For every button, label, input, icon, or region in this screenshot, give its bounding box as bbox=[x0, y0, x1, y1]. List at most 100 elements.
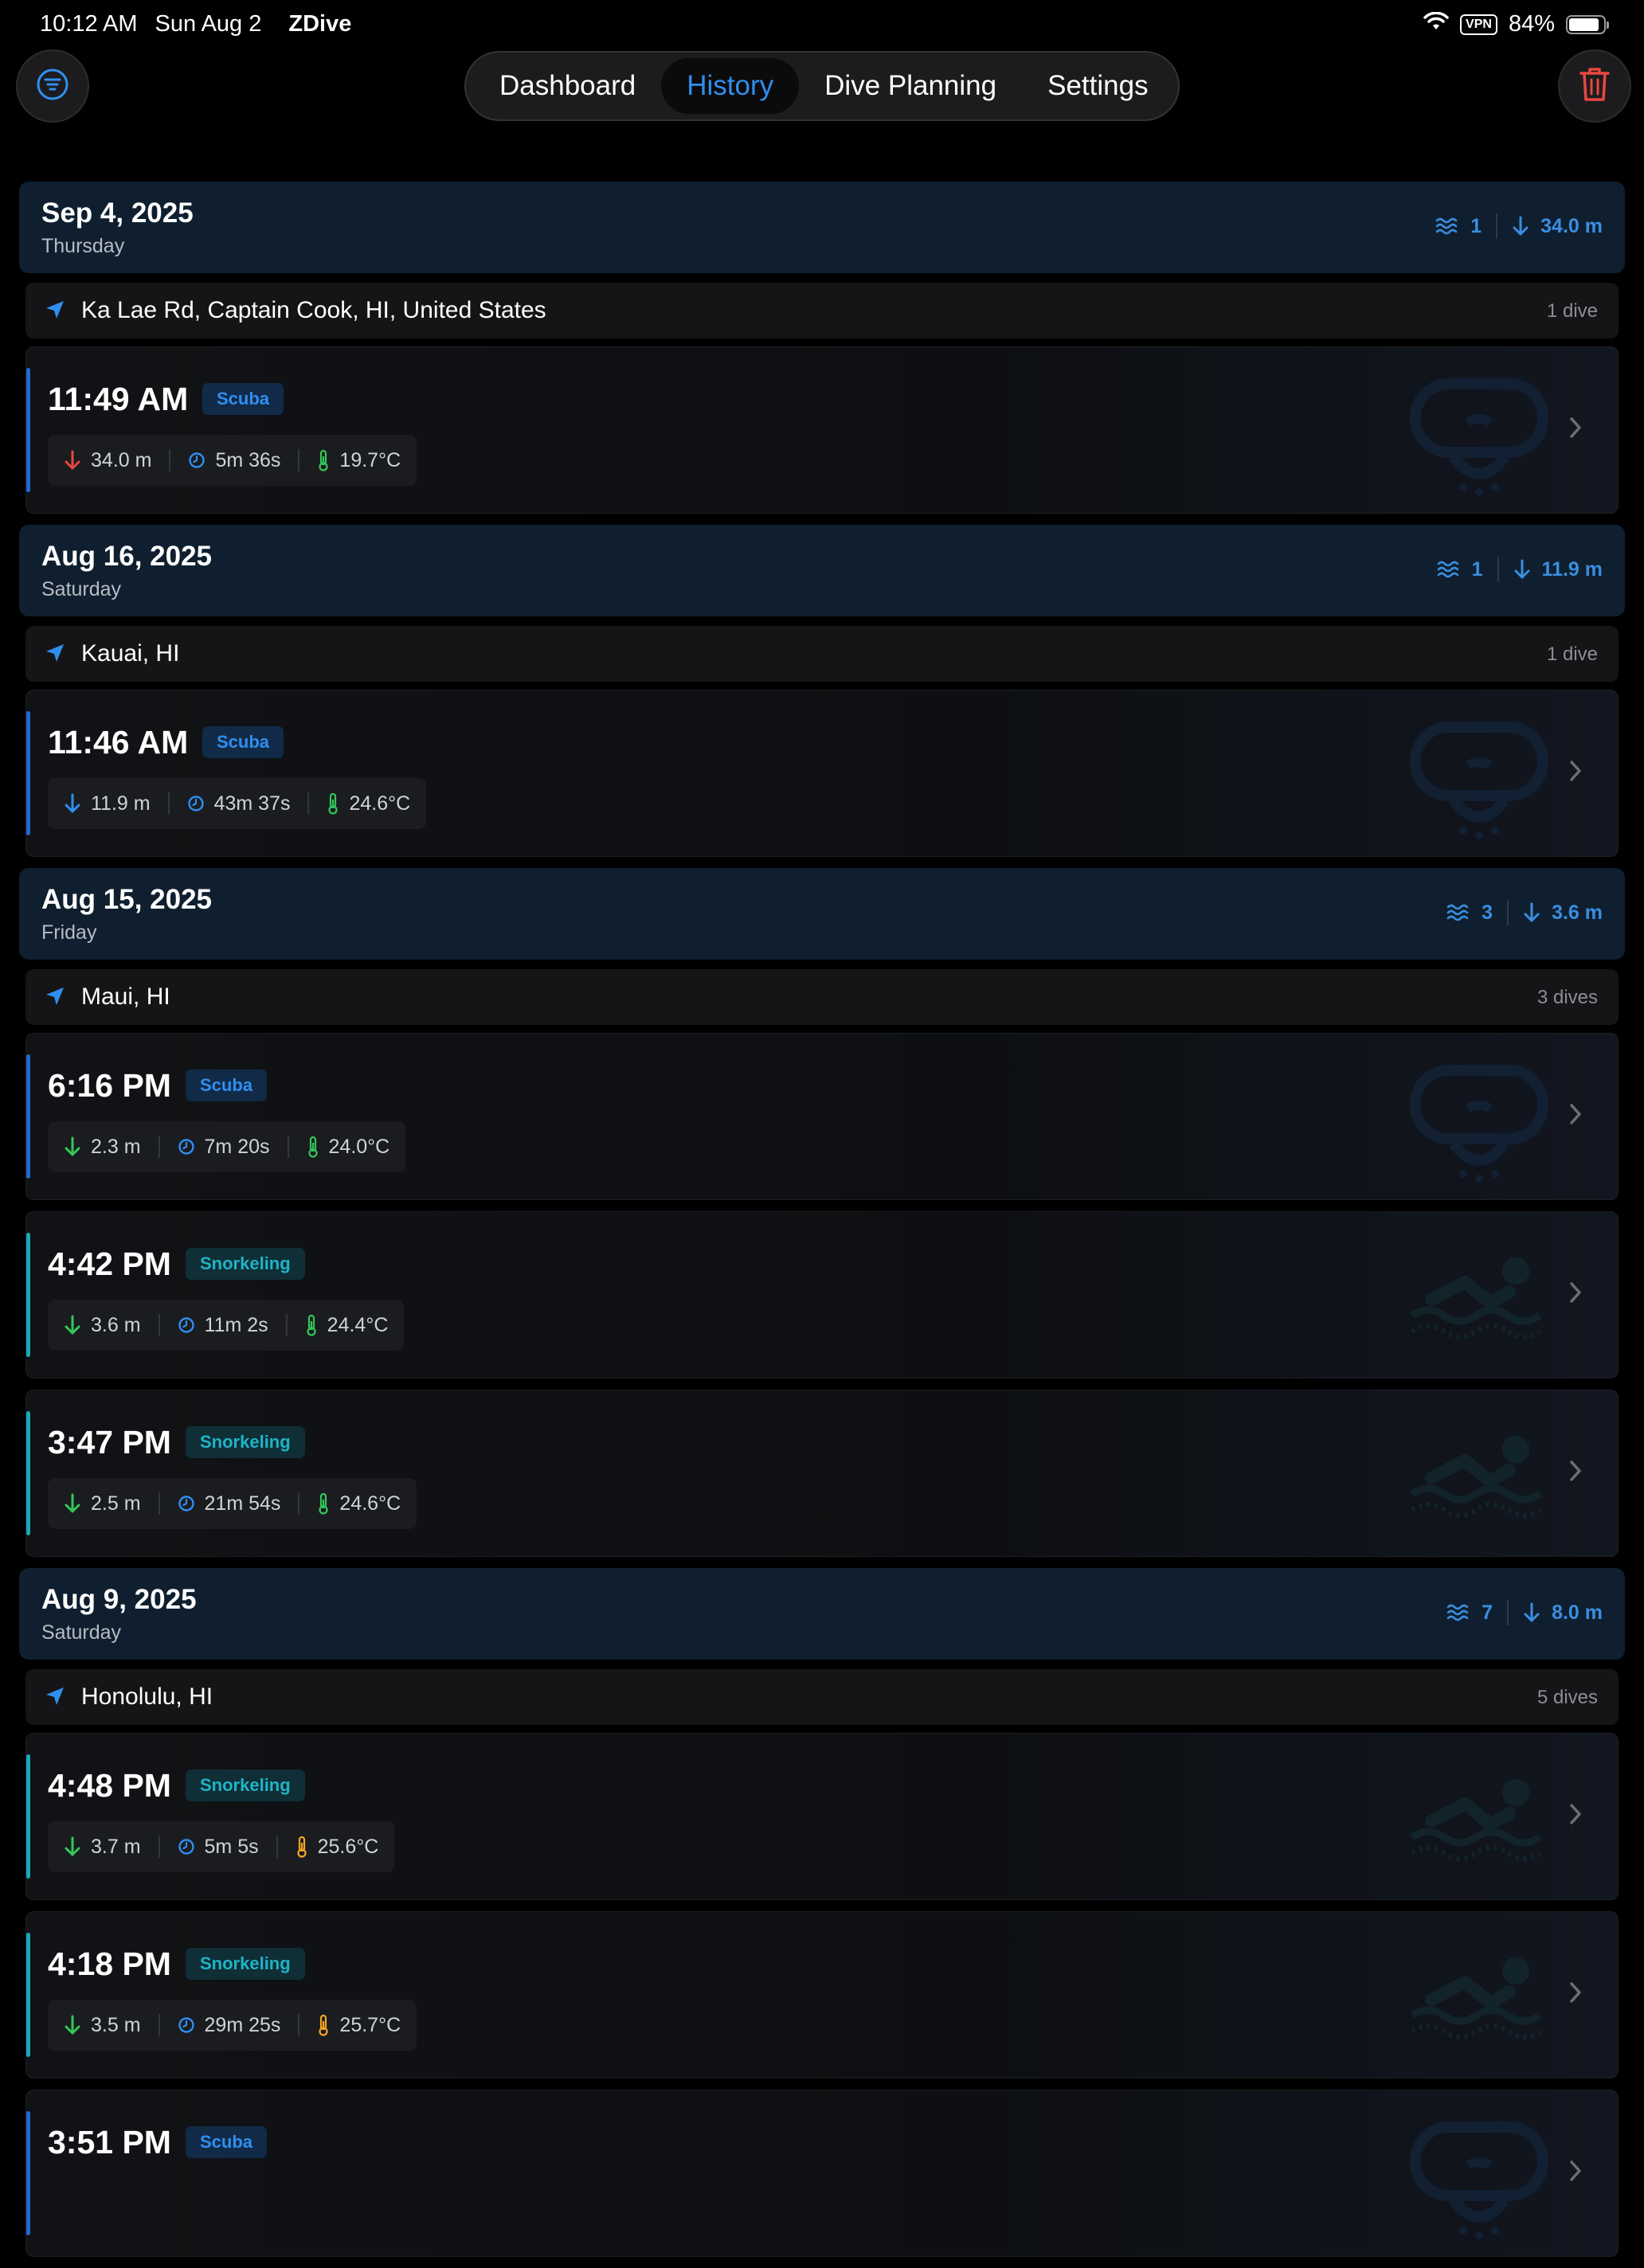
day-weekday: Saturday bbox=[41, 578, 122, 600]
dive-depth: 2.3 m bbox=[64, 1136, 141, 1159]
chevron-right-icon bbox=[1568, 1102, 1583, 1126]
thermometer-icon bbox=[317, 2014, 330, 2036]
battery-icon bbox=[1566, 14, 1609, 34]
day-weekday: Friday bbox=[41, 921, 97, 944]
arrow-down-icon bbox=[64, 450, 81, 471]
day-max-depth: 8.0 m bbox=[1552, 1601, 1603, 1624]
day-weekday: Saturday bbox=[41, 1621, 122, 1644]
divider bbox=[1496, 213, 1498, 239]
dive-temperature: 24.6°C bbox=[327, 792, 410, 815]
location-arrow-icon bbox=[45, 299, 65, 320]
location-row: Kauai, HI 1 dive bbox=[25, 626, 1619, 682]
dive-time: 11:49 AM bbox=[48, 381, 189, 417]
history-list[interactable]: Sep 4, 2025 Thursday 1 34.0 m Ka Lae Rd, Cap… bbox=[0, 182, 1644, 2268]
dive-card[interactable]: 6:16 PM Scuba 2.3 m 7m 20s 24.0°C bbox=[25, 1033, 1619, 1200]
day-max-depth: 3.6 m bbox=[1552, 901, 1603, 924]
clock-icon bbox=[178, 1838, 195, 1855]
location-arrow-icon bbox=[45, 643, 65, 663]
arrow-down-icon bbox=[64, 793, 81, 814]
dive-type-badge: Scuba bbox=[186, 1069, 268, 1101]
dive-time: 3:47 PM bbox=[48, 1424, 171, 1461]
arrow-down-icon bbox=[64, 1136, 81, 1157]
thermometer-icon bbox=[307, 1136, 319, 1158]
location-arrow-icon bbox=[45, 986, 65, 1007]
waves-icon bbox=[1446, 1603, 1482, 1622]
dive-type-accent-bar bbox=[26, 1233, 30, 1357]
chevron-right-icon bbox=[1568, 1281, 1583, 1304]
dive-stats: 2.5 m 21m 54s 24.6°C bbox=[48, 1478, 417, 1529]
day-summary: 1 34.0 m bbox=[1435, 213, 1603, 239]
arrow-down-icon bbox=[64, 2015, 81, 2035]
divider bbox=[1507, 900, 1509, 925]
tab-settings[interactable]: Settings bbox=[1022, 58, 1173, 114]
arrow-down-icon bbox=[1523, 902, 1552, 923]
dive-depth-value: 3.7 m bbox=[91, 1835, 141, 1858]
day-header: Aug 15, 2025 Friday 3 3.6 m bbox=[19, 868, 1625, 960]
dive-mask-icon bbox=[1407, 1058, 1551, 1185]
filter-icon bbox=[35, 67, 70, 106]
tab-dashboard[interactable]: Dashboard bbox=[474, 58, 661, 114]
dive-time: 4:18 PM bbox=[48, 1945, 171, 1982]
arrow-down-icon bbox=[64, 1315, 81, 1335]
chevron-right-icon bbox=[1568, 2159, 1583, 2183]
divider bbox=[298, 2014, 300, 2036]
dive-card[interactable]: 3:51 PM Scuba bbox=[25, 2090, 1619, 2257]
dive-stats: 3.5 m 29m 25s 25.7°C bbox=[48, 2000, 417, 2051]
dive-depth-value: 3.5 m bbox=[91, 2013, 141, 2036]
dive-temperature: 24.6°C bbox=[317, 1492, 401, 1515]
dive-card[interactable]: 3:47 PM Snorkeling 2.5 m 21m 54s 24.6°C bbox=[25, 1390, 1619, 1557]
dive-duration-value: 11m 2s bbox=[204, 1313, 268, 1336]
arrow-down-icon bbox=[64, 1493, 81, 1514]
location-row: Ka Lae Rd, Captain Cook, HI, United Stat… bbox=[25, 283, 1619, 338]
thermometer-icon bbox=[296, 1836, 308, 1858]
dive-temperature-value: 24.6°C bbox=[339, 1492, 401, 1515]
dive-card[interactable]: 4:18 PM Snorkeling 3.5 m 29m 25s 25.7°C bbox=[25, 1911, 1619, 2078]
dive-stats: 11.9 m 43m 37s 24.6°C bbox=[48, 778, 427, 829]
swimmer-icon bbox=[1407, 1953, 1551, 2041]
arrow-down-icon bbox=[1512, 216, 1540, 237]
dive-time: 6:16 PM bbox=[48, 1067, 171, 1104]
dive-duration: 5m 5s bbox=[178, 1836, 259, 1859]
thermometer-icon bbox=[317, 1492, 330, 1515]
dive-time: 3:51 PM bbox=[48, 2124, 171, 2160]
dive-type-accent-bar bbox=[26, 368, 30, 492]
dive-depth-value: 11.9 m bbox=[91, 792, 151, 815]
status-left: 10:12 AM Sun Aug 2 ZDive bbox=[40, 11, 351, 37]
dive-temperature-value: 24.0°C bbox=[328, 1135, 390, 1158]
dive-type-badge: Snorkeling bbox=[186, 1948, 305, 1980]
dive-depth: 3.6 m bbox=[64, 1314, 141, 1337]
day-date: Aug 9, 2025 bbox=[41, 1584, 197, 1615]
day-header: Sep 4, 2025 Thursday 1 34.0 m bbox=[19, 182, 1625, 273]
tab-dive-planning[interactable]: Dive Planning bbox=[799, 58, 1022, 114]
location-name: Maui, HI bbox=[81, 983, 170, 1010]
dive-duration-value: 29m 25s bbox=[204, 2013, 281, 2036]
dive-mask-icon bbox=[1407, 371, 1551, 499]
day-summary: 1 11.9 m bbox=[1437, 557, 1603, 582]
day-date: Aug 15, 2025 bbox=[41, 884, 212, 915]
swimmer-icon bbox=[1407, 1432, 1551, 1519]
dive-duration: 11m 2s bbox=[178, 1314, 268, 1337]
tab-history[interactable]: History bbox=[661, 58, 800, 114]
dive-card[interactable]: 4:42 PM Snorkeling 3.6 m 11m 2s 24.4°C bbox=[25, 1211, 1619, 1378]
arrow-down-icon bbox=[1513, 559, 1542, 580]
delete-button[interactable] bbox=[1558, 49, 1631, 123]
dive-card[interactable]: 4:48 PM Snorkeling 3.7 m 5m 5s 25.6°C bbox=[25, 1733, 1619, 1900]
status-date: Sun Aug 2 bbox=[155, 11, 262, 37]
location-dive-count: 3 dives bbox=[1536, 987, 1598, 1008]
dive-duration: 43m 37s bbox=[187, 792, 290, 815]
filter-button[interactable] bbox=[16, 49, 89, 123]
dive-type-accent-bar bbox=[26, 711, 30, 835]
dive-time: 4:42 PM bbox=[48, 1245, 171, 1282]
divider bbox=[169, 449, 171, 471]
vpn-badge: VPN bbox=[1460, 14, 1497, 35]
dive-depth: 3.5 m bbox=[64, 2014, 141, 2037]
wifi-icon bbox=[1423, 11, 1449, 37]
dive-card[interactable]: 11:46 AM Scuba 11.9 m 43m 37s 24.6°C bbox=[25, 690, 1619, 857]
dive-duration-value: 5m 36s bbox=[215, 448, 281, 471]
divider bbox=[298, 1492, 300, 1515]
dive-stats: 3.6 m 11m 2s 24.4°C bbox=[48, 1300, 405, 1351]
location-name: Kauai, HI bbox=[81, 640, 180, 667]
dive-card[interactable]: 11:49 AM Scuba 34.0 m 5m 36s 19.7°C bbox=[25, 346, 1619, 514]
dive-mask-icon bbox=[1407, 2114, 1551, 2242]
dive-temperature-value: 25.7°C bbox=[339, 2013, 401, 2036]
